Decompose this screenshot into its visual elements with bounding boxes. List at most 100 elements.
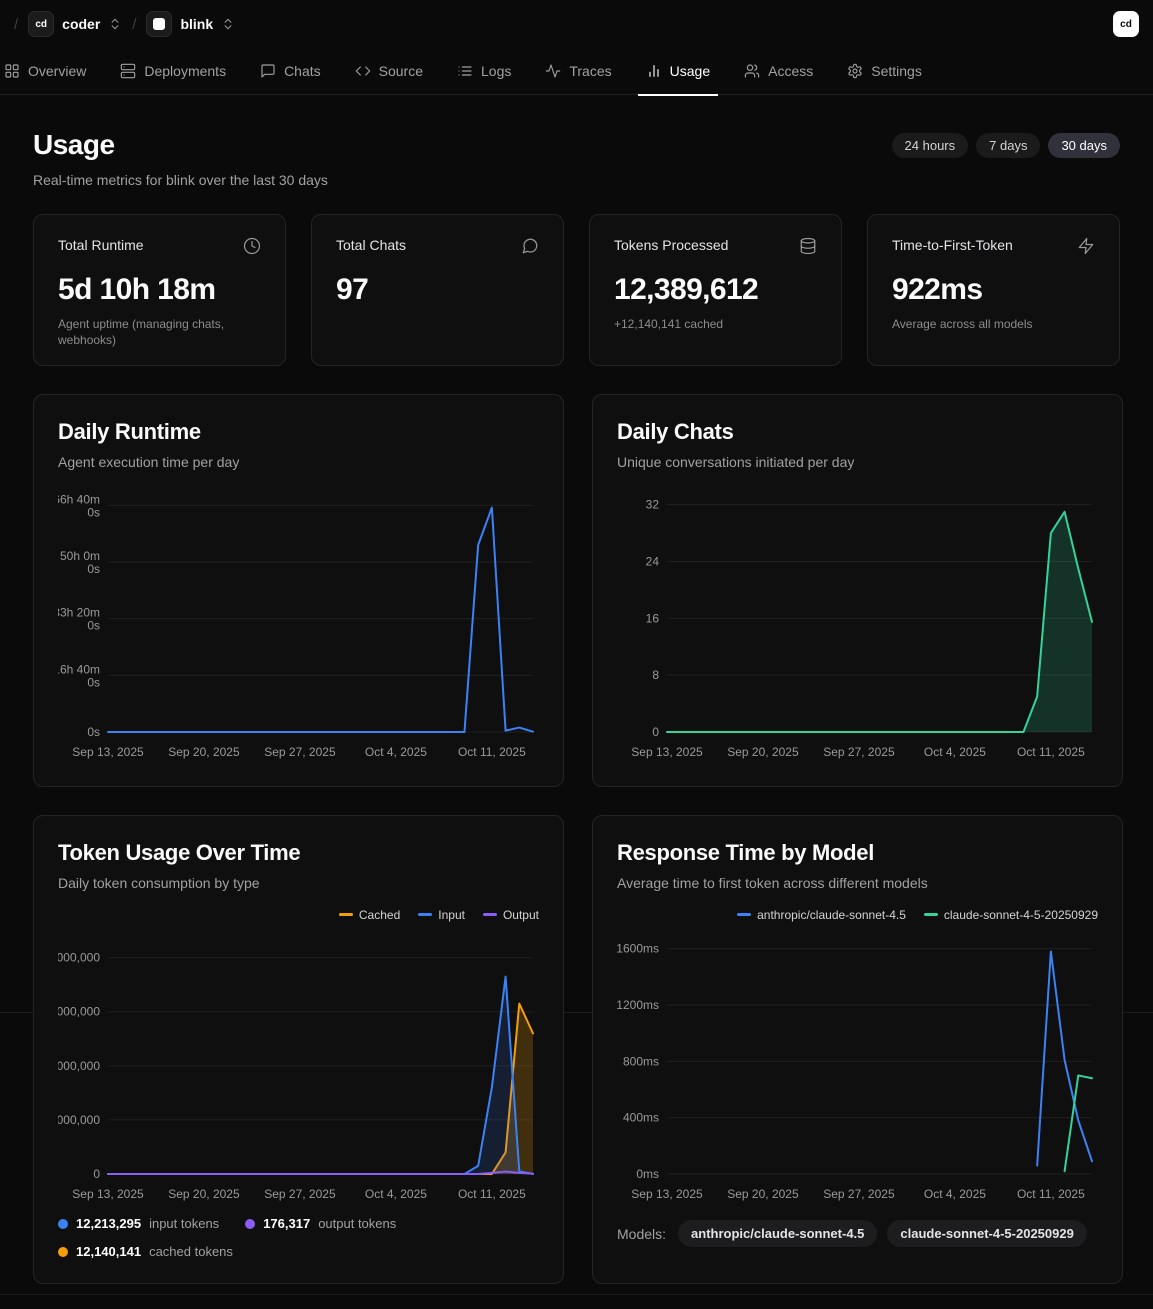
coder-logo-badge[interactable]: cd bbox=[1113, 11, 1139, 37]
message-icon bbox=[521, 237, 539, 260]
tab-traces[interactable]: Traces bbox=[545, 48, 611, 95]
svg-text:800ms: 800ms bbox=[623, 1054, 659, 1068]
svg-text:Oct 11, 2025: Oct 11, 2025 bbox=[458, 1187, 526, 1201]
svg-text:Sep 13, 2025: Sep 13, 2025 bbox=[631, 1187, 703, 1201]
stat-label: Total Runtime bbox=[58, 237, 144, 253]
svg-text:2,000,000: 2,000,000 bbox=[58, 1113, 100, 1127]
settings-gear-icon bbox=[847, 63, 863, 79]
tab-logs[interactable]: Logs bbox=[457, 48, 511, 95]
svg-text:Sep 27, 2025: Sep 27, 2025 bbox=[264, 1187, 336, 1201]
token-dot-icon bbox=[58, 1247, 68, 1257]
breadcrumb: / cd coder / blink bbox=[14, 11, 235, 37]
stat-caption: +12,140,141 cached bbox=[614, 316, 814, 332]
model-badge[interactable]: anthropic/claude-sonnet-4.5 bbox=[678, 1220, 877, 1247]
svg-text:16h 40m0s: 16h 40m0s bbox=[58, 662, 100, 689]
svg-text:4,000,000: 4,000,000 bbox=[58, 1059, 100, 1073]
page-title: Usage bbox=[33, 129, 328, 161]
deployments-server-icon bbox=[120, 63, 136, 79]
svg-text:Sep 13, 2025: Sep 13, 2025 bbox=[72, 1187, 144, 1201]
svg-text:24: 24 bbox=[646, 554, 660, 568]
chart-subtitle: Daily token consumption by type bbox=[58, 875, 539, 891]
svg-text:50h 0m0s: 50h 0m0s bbox=[60, 549, 100, 576]
token-total-item: 12,213,295input tokens bbox=[58, 1216, 219, 1231]
project-switcher[interactable]: blink bbox=[146, 11, 235, 37]
stat-total-runtime: Total Runtime 5d 10h 18m Agent uptime (m… bbox=[33, 214, 286, 366]
model-badges: anthropic/claude-sonnet-4.5 claude-sonnet… bbox=[678, 1220, 1087, 1247]
org-switcher[interactable]: cd coder bbox=[28, 11, 122, 37]
legend-swatch bbox=[737, 913, 751, 916]
chart-legend: anthropic/claude-sonnet-4.5claude-sonnet… bbox=[617, 907, 1098, 922]
stat-label: Tokens Processed bbox=[614, 237, 728, 253]
svg-text:Sep 20, 2025: Sep 20, 2025 bbox=[168, 745, 240, 759]
svg-text:Oct 4, 2025: Oct 4, 2025 bbox=[924, 1187, 986, 1201]
stat-caption: Agent uptime (managing chats, webhooks) bbox=[58, 316, 258, 348]
token-totals: 12,213,295input tokens 176,317output toke… bbox=[58, 1216, 539, 1259]
chart-subtitle: Average time to first token across diffe… bbox=[617, 875, 1098, 891]
topbar: / cd coder / blink cd bbox=[0, 0, 1153, 48]
tab-chats[interactable]: Chats bbox=[260, 48, 321, 95]
token-total-item: 176,317output tokens bbox=[245, 1216, 396, 1231]
tab-settings[interactable]: Settings bbox=[847, 48, 922, 95]
token-dot-icon bbox=[58, 1219, 68, 1229]
tab-usage[interactable]: Usage bbox=[646, 48, 710, 95]
breadcrumb-separator: / bbox=[14, 16, 18, 33]
chart-title: Token Usage Over Time bbox=[58, 840, 539, 866]
project-name: blink bbox=[180, 16, 213, 32]
svg-text:0ms: 0ms bbox=[636, 1167, 659, 1181]
svg-text:8: 8 bbox=[652, 668, 659, 682]
svg-text:Oct 11, 2025: Oct 11, 2025 bbox=[1017, 745, 1085, 759]
svg-text:33h 20m0s: 33h 20m0s bbox=[58, 606, 100, 633]
svg-text:Sep 13, 2025: Sep 13, 2025 bbox=[631, 745, 703, 759]
usage-page: Usage Real-time metrics for blink over t… bbox=[0, 95, 1153, 1304]
stat-label: Total Chats bbox=[336, 237, 406, 253]
legend-item: anthropic/claude-sonnet-4.5 bbox=[737, 907, 906, 922]
svg-text:Sep 20, 2025: Sep 20, 2025 bbox=[168, 1187, 240, 1201]
svg-text:Oct 4, 2025: Oct 4, 2025 bbox=[924, 745, 986, 759]
logs-list-icon bbox=[457, 63, 473, 79]
svg-text:Sep 20, 2025: Sep 20, 2025 bbox=[727, 745, 799, 759]
legend-swatch bbox=[339, 913, 353, 916]
daily-runtime-chart: 0s 16h 40m0s 33h 20m0s 50h 0m0s 66h 40m0s Sep… bbox=[58, 484, 539, 762]
range-7-days[interactable]: 7 days bbox=[976, 133, 1040, 158]
stat-value: 922ms bbox=[892, 273, 1095, 307]
svg-text:0: 0 bbox=[93, 1167, 100, 1181]
svg-text:Sep 13, 2025: Sep 13, 2025 bbox=[72, 745, 144, 759]
time-range-selector: 24 hours 7 days 30 days bbox=[892, 133, 1120, 158]
zap-icon bbox=[1077, 237, 1095, 260]
primary-nav: Overview Deployments Chats Source Logs T… bbox=[0, 48, 1153, 95]
daily-runtime-card: Daily Runtime Agent execution time per d… bbox=[33, 394, 564, 787]
svg-text:0s: 0s bbox=[87, 725, 100, 739]
chat-bubble-icon bbox=[260, 63, 276, 79]
range-24-hours[interactable]: 24 hours bbox=[892, 133, 969, 158]
svg-text:32: 32 bbox=[646, 498, 660, 512]
svg-text:66h 40m0s: 66h 40m0s bbox=[58, 492, 100, 519]
models-footer: Models: anthropic/claude-sonnet-4.5claud… bbox=[617, 1220, 1098, 1247]
legend-item: Input bbox=[418, 907, 465, 922]
stat-label: Time-to-First-Token bbox=[892, 237, 1013, 253]
access-users-icon bbox=[744, 63, 760, 79]
tab-overview[interactable]: Overview bbox=[4, 48, 86, 95]
chart-row-1: Daily Runtime Agent execution time per d… bbox=[33, 394, 1120, 787]
stat-cards: Total Runtime 5d 10h 18m Agent uptime (m… bbox=[33, 214, 1120, 366]
svg-text:Oct 11, 2025: Oct 11, 2025 bbox=[1017, 1187, 1085, 1201]
tab-deployments[interactable]: Deployments bbox=[120, 48, 226, 95]
org-name: coder bbox=[62, 16, 100, 32]
token-total-item: 12,140,141cached tokens bbox=[58, 1244, 233, 1259]
coder-logo-icon: cd bbox=[28, 11, 54, 37]
range-30-days[interactable]: 30 days bbox=[1048, 133, 1120, 158]
tab-access[interactable]: Access bbox=[744, 48, 813, 95]
chart-row-2: Token Usage Over Time Daily token consum… bbox=[33, 815, 1120, 1284]
stat-caption: Average across all models bbox=[892, 316, 1092, 332]
response-time-card: Response Time by Model Average time to f… bbox=[592, 815, 1123, 1284]
svg-text:400ms: 400ms bbox=[623, 1111, 659, 1125]
token-usage-chart: 02,000,0004,000,0006,000,0008,000,000Sep… bbox=[58, 926, 539, 1204]
legend-swatch bbox=[418, 913, 432, 916]
code-icon bbox=[355, 63, 371, 79]
legend-item: Output bbox=[483, 907, 539, 922]
overview-grid-icon bbox=[4, 63, 20, 79]
legend-swatch bbox=[483, 913, 497, 916]
tab-source[interactable]: Source bbox=[355, 48, 423, 95]
database-icon bbox=[799, 237, 817, 260]
model-badge[interactable]: claude-sonnet-4-5-20250929 bbox=[887, 1220, 1086, 1247]
chart-subtitle: Unique conversations initiated per day bbox=[617, 454, 1098, 470]
